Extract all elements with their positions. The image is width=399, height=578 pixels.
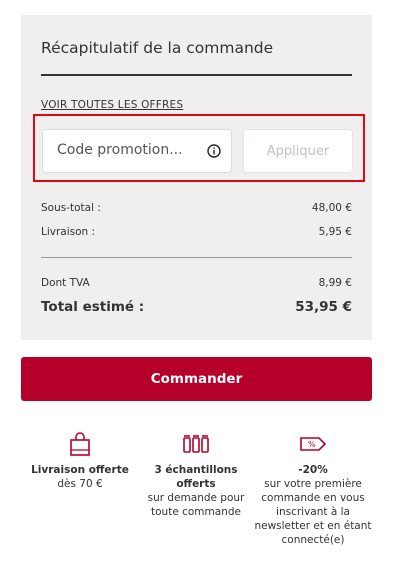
benefit-desc: sur demande pour toute commande xyxy=(147,492,245,518)
order-summary-panel: Récapitulatif de la commande VOIR TOUTES… xyxy=(21,15,372,340)
promo-placeholder: Code promotion... xyxy=(57,142,183,158)
svg-text:%: % xyxy=(308,440,316,449)
benefit-desc: dès 70 € xyxy=(57,478,103,490)
benefit-title: 3 échantillons offerts xyxy=(154,464,238,490)
order-button[interactable]: Commander xyxy=(21,357,372,401)
benefit-title: Livraison offerte xyxy=(31,464,129,476)
benefit-free-shipping: Livraison offerte dès 70 € xyxy=(21,432,139,491)
subtotal-value: 48,00 € xyxy=(311,202,352,214)
tax-label: Dont TVA xyxy=(41,277,90,289)
summary-title: Récapitulatif de la commande xyxy=(41,39,274,57)
total-value: 53,95 € xyxy=(295,299,352,315)
shipping-label: Livraison : xyxy=(41,226,96,238)
subtotal-label: Sous-total : xyxy=(41,202,101,214)
benefit-discount: % -20% sur votre première commande en vo… xyxy=(254,432,372,547)
title-divider xyxy=(41,74,352,76)
sample-bottles-icon xyxy=(183,435,209,453)
benefit-title: -20% xyxy=(298,464,328,476)
apply-promo-button[interactable]: Appliquer xyxy=(243,129,353,173)
benefit-samples: 3 échantillons offerts sur demande pour … xyxy=(137,432,255,519)
see-all-offers-link[interactable]: VOIR TOUTES LES OFFRES xyxy=(41,99,183,111)
discount-tag-icon: % xyxy=(300,437,327,451)
benefit-desc: sur votre première commande en vous insc… xyxy=(254,478,372,546)
total-label: Total estimé : xyxy=(41,299,145,315)
summary-divider xyxy=(41,257,352,258)
info-icon[interactable] xyxy=(207,144,221,158)
shipping-value: 5,95 € xyxy=(318,226,352,238)
tax-value: 8,99 € xyxy=(318,277,352,289)
promo-code-input[interactable]: Code promotion... xyxy=(42,129,232,173)
shopping-bag-icon xyxy=(70,432,90,456)
